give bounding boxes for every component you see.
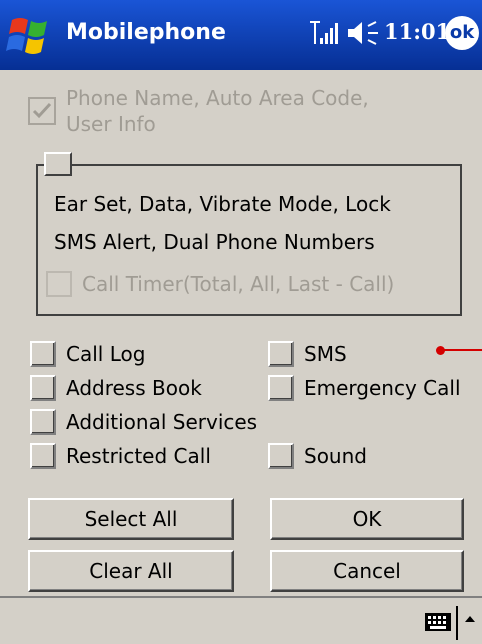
- windows-flag-icon[interactable]: [6, 14, 54, 56]
- emergency-call-label: Emergency Call: [304, 376, 461, 400]
- menu-bar: [0, 598, 482, 644]
- keyboard-icon[interactable]: [424, 612, 452, 632]
- call-timer-checkbox[interactable]: [46, 271, 72, 297]
- checkmark-icon: [32, 102, 52, 119]
- ok-button[interactable]: OK: [270, 498, 464, 540]
- phone-info-label-line1: Phone Name, Auto Area Code,: [66, 86, 369, 110]
- clear-all-button[interactable]: Clear All: [28, 550, 234, 592]
- sms-label: SMS: [304, 342, 347, 366]
- additional-services-label: Additional Services: [66, 410, 258, 434]
- group-line1: Ear Set, Data, Vibrate Mode, Lock: [54, 192, 391, 216]
- sip-separator: [456, 606, 458, 640]
- restricted-call-checkbox[interactable]: [30, 443, 56, 469]
- app-title: Mobilephone: [66, 20, 226, 45]
- signal-strength-icon[interactable]: [308, 20, 338, 46]
- call-log-checkbox[interactable]: [30, 341, 56, 367]
- annotation-line: [444, 349, 482, 351]
- speaker-icon[interactable]: [346, 20, 380, 46]
- phone-info-checkbox[interactable]: [28, 97, 56, 125]
- call-log-label: Call Log: [66, 342, 146, 366]
- up-arrow-icon[interactable]: [463, 612, 477, 626]
- emergency-call-checkbox[interactable]: [268, 375, 294, 401]
- select-all-button[interactable]: Select All: [28, 498, 234, 540]
- sound-checkbox[interactable]: [268, 443, 294, 469]
- phone-info-label-line2: User Info: [66, 112, 156, 136]
- clock[interactable]: 11:01: [384, 19, 450, 44]
- group-line2: SMS Alert, Dual Phone Numbers: [54, 230, 375, 254]
- ok-title-button[interactable]: ok: [445, 16, 479, 50]
- address-book-label: Address Book: [66, 376, 202, 400]
- sms-checkbox[interactable]: [268, 341, 294, 367]
- cancel-button[interactable]: Cancel: [270, 550, 464, 592]
- sound-label: Sound: [304, 444, 367, 468]
- call-timer-label: Call Timer(Total, All, Last - Call): [82, 272, 395, 296]
- additional-services-checkbox[interactable]: [30, 409, 56, 435]
- title-bar: Mobilephone 11:01 ok: [0, 0, 482, 70]
- restricted-call-label: Restricted Call: [66, 444, 211, 468]
- group-checkbox[interactable]: [44, 152, 72, 176]
- address-book-checkbox[interactable]: [30, 375, 56, 401]
